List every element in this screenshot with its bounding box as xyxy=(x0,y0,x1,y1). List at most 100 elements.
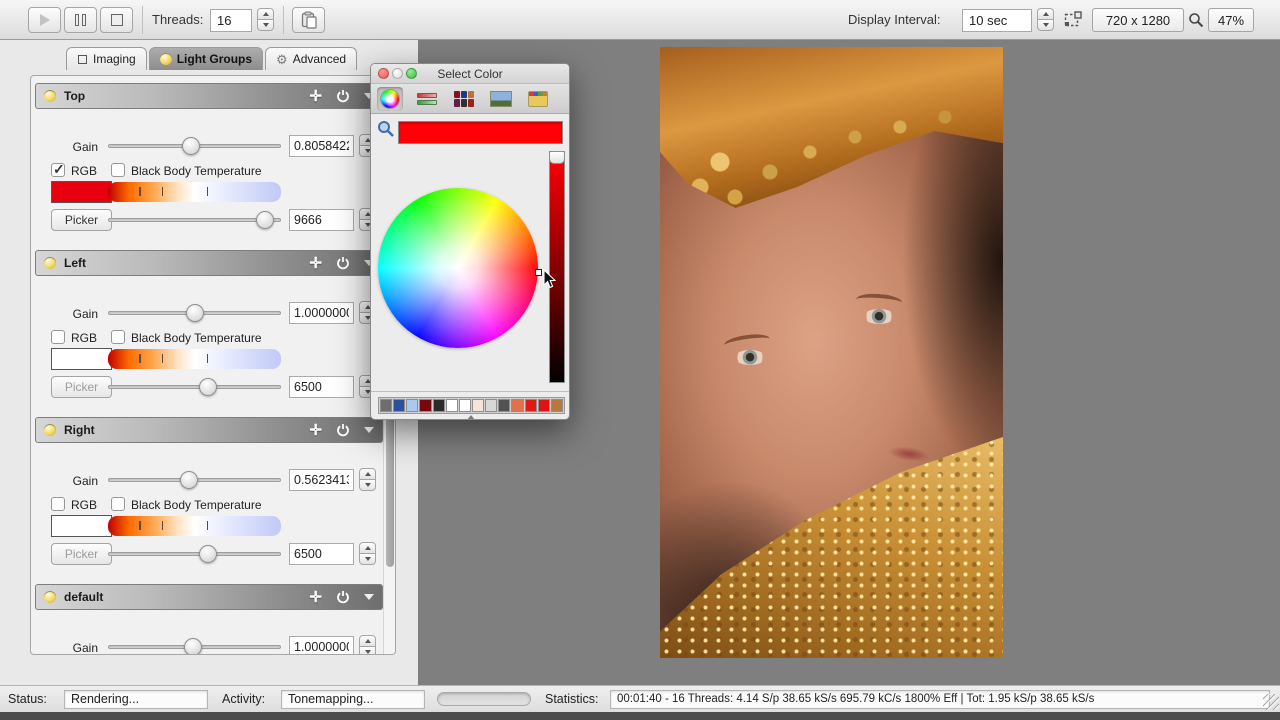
color-wheel-marker[interactable] xyxy=(535,269,542,276)
rgb-checkbox[interactable] xyxy=(51,163,65,177)
tab-light-groups[interactable]: Light Groups xyxy=(149,47,263,70)
copy-button[interactable] xyxy=(292,7,325,33)
picker-button[interactable]: Picker xyxy=(51,543,112,565)
palette-swatch[interactable] xyxy=(380,399,392,412)
black-body-checkbox[interactable] xyxy=(111,163,125,177)
color-swatch[interactable] xyxy=(51,181,112,203)
picker-value-field[interactable] xyxy=(289,376,354,398)
palette-swatch[interactable] xyxy=(393,399,405,412)
palette-swatch[interactable] xyxy=(419,399,431,412)
color-wheel[interactable] xyxy=(378,188,538,348)
gain-slider[interactable] xyxy=(108,636,281,655)
picker-button[interactable]: Picker xyxy=(51,376,112,398)
add-icon[interactable]: ✛ xyxy=(309,590,322,605)
slider-thumb[interactable] xyxy=(186,304,204,322)
picker-value-field[interactable] xyxy=(289,209,354,231)
palette-swatch[interactable] xyxy=(498,399,510,412)
palette-swatch[interactable] xyxy=(406,399,418,412)
image-palettes-mode-button[interactable] xyxy=(488,87,514,111)
color-loupe-icon[interactable] xyxy=(377,120,395,141)
black-body-checkbox[interactable] xyxy=(111,497,125,511)
power-icon[interactable] xyxy=(336,89,350,103)
slider-thumb[interactable] xyxy=(182,137,200,155)
slider-thumb[interactable] xyxy=(180,471,198,489)
light-group-header[interactable]: default ✛ xyxy=(35,584,383,610)
resolution-field[interactable]: 720 x 1280 xyxy=(1092,8,1184,32)
fit-resolution-icon[interactable] xyxy=(1064,11,1082,31)
slider-thumb[interactable] xyxy=(256,211,274,229)
color-wheel-mode-button[interactable] xyxy=(377,87,403,111)
gain-value-field[interactable] xyxy=(289,135,354,157)
gain-stepper[interactable] xyxy=(359,468,376,492)
stepper-down-button[interactable] xyxy=(1037,19,1054,31)
palette-swatch[interactable] xyxy=(459,399,471,412)
close-window-icon[interactable] xyxy=(378,68,389,79)
swatch-drawer-handle[interactable] xyxy=(467,415,475,420)
gain-value-field[interactable] xyxy=(289,636,354,655)
slider-thumb[interactable] xyxy=(199,378,217,396)
color-swatch[interactable] xyxy=(51,348,112,370)
gain-slider[interactable] xyxy=(108,135,281,157)
picker-value-field[interactable] xyxy=(289,543,354,565)
picker-slider[interactable] xyxy=(108,543,281,565)
zoom-level-field[interactable]: 47% xyxy=(1208,8,1254,32)
rgb-checkbox[interactable] xyxy=(51,497,65,511)
gain-value-field[interactable] xyxy=(289,302,354,324)
add-icon[interactable]: ✛ xyxy=(309,89,322,104)
palette-swatch[interactable] xyxy=(485,399,497,412)
stepper-down-button[interactable] xyxy=(359,479,376,491)
palette-swatch[interactable] xyxy=(538,399,550,412)
power-icon[interactable] xyxy=(336,423,350,437)
blackbody-gradient-bar[interactable] xyxy=(108,182,281,202)
palette-swatch[interactable] xyxy=(511,399,523,412)
light-group-header[interactable]: Left ✛ xyxy=(35,250,383,276)
palette-swatch[interactable] xyxy=(433,399,445,412)
zoom-magnifier-icon[interactable] xyxy=(1188,12,1204,31)
gain-stepper[interactable] xyxy=(359,635,376,655)
gain-slider[interactable] xyxy=(108,302,281,324)
black-body-checkbox[interactable] xyxy=(111,330,125,344)
crayons-mode-button[interactable] xyxy=(525,87,551,111)
dialog-titlebar[interactable]: Select Color xyxy=(371,64,569,84)
threads-input[interactable] xyxy=(210,9,252,32)
palette-swatch[interactable] xyxy=(525,399,537,412)
blackbody-gradient-bar[interactable] xyxy=(108,349,281,369)
stepper-down-button[interactable] xyxy=(257,19,274,31)
color-swatch[interactable] xyxy=(51,515,112,537)
tab-advanced[interactable]: ⚙ Advanced xyxy=(265,47,357,70)
gain-slider[interactable] xyxy=(108,469,281,491)
picker-slider[interactable] xyxy=(108,209,281,231)
palette-swatch[interactable] xyxy=(446,399,458,412)
picker-slider[interactable] xyxy=(108,376,281,398)
brightness-slider-thumb[interactable] xyxy=(549,151,565,164)
light-group-header[interactable]: Top ✛ xyxy=(35,83,383,109)
display-interval-input[interactable] xyxy=(962,9,1032,32)
blackbody-gradient-bar[interactable] xyxy=(108,516,281,536)
render-stop-button[interactable] xyxy=(100,7,133,33)
power-icon[interactable] xyxy=(336,256,350,270)
palette-swatch[interactable] xyxy=(551,399,563,412)
picker-button[interactable]: Picker xyxy=(51,209,112,231)
add-icon[interactable]: ✛ xyxy=(309,423,322,438)
picker-stepper[interactable] xyxy=(359,542,376,566)
brightness-slider[interactable] xyxy=(549,151,565,383)
palette-swatch[interactable] xyxy=(472,399,484,412)
power-icon[interactable] xyxy=(336,590,350,604)
zoom-window-icon[interactable] xyxy=(406,68,417,79)
color-palettes-mode-button[interactable] xyxy=(451,87,477,111)
gain-value-field[interactable] xyxy=(289,469,354,491)
render-resume-button[interactable] xyxy=(28,7,61,33)
slider-thumb[interactable] xyxy=(184,638,202,655)
minimize-window-icon[interactable] xyxy=(392,68,403,79)
stepper-down-button[interactable] xyxy=(359,646,376,655)
color-sliders-mode-button[interactable] xyxy=(414,87,440,111)
slider-thumb[interactable] xyxy=(199,545,217,563)
chevron-down-icon[interactable] xyxy=(364,427,374,433)
resize-grip[interactable] xyxy=(1263,694,1279,710)
render-pause-button[interactable] xyxy=(64,7,97,33)
add-icon[interactable]: ✛ xyxy=(309,256,322,271)
light-group-header[interactable]: Right ✛ xyxy=(35,417,383,443)
threads-stepper[interactable] xyxy=(257,8,274,32)
tab-imaging[interactable]: Imaging xyxy=(66,47,147,70)
display-interval-stepper[interactable] xyxy=(1037,8,1054,32)
